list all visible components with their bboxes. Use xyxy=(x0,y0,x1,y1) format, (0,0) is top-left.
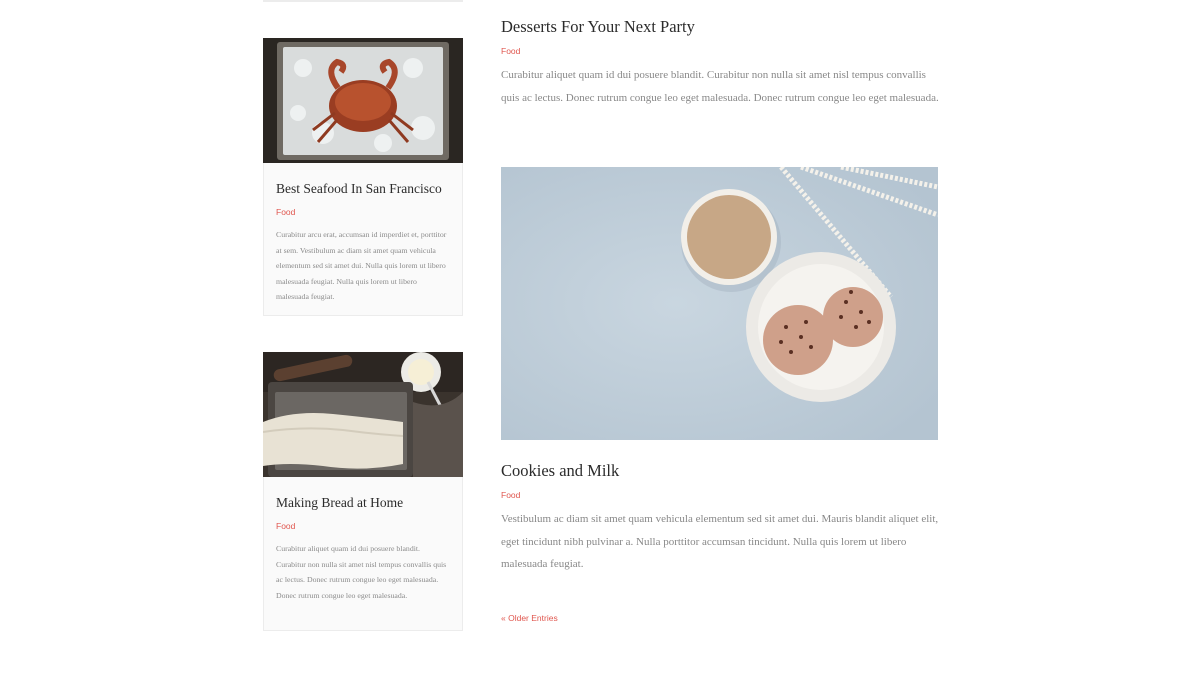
post-thumbnail-crab[interactable] xyxy=(263,38,463,163)
post-category-link[interactable]: Food xyxy=(501,46,941,56)
post-title[interactable]: Desserts For Your Next Party xyxy=(501,17,941,37)
main-post: Cookies and Milk Food Vestibulum ac diam… xyxy=(501,461,941,576)
sidebar-post-card[interactable]: Making Bread at Home Food Curabitur aliq… xyxy=(263,352,463,631)
post-title[interactable]: Cookies and Milk xyxy=(501,461,941,481)
post-excerpt: Curabitur arcu erat, accumsan id imperdi… xyxy=(276,230,447,302)
older-entries-link[interactable]: « Older Entries xyxy=(501,613,558,623)
post-excerpt: Curabitur aliquet quam id dui posuere bl… xyxy=(276,544,447,600)
post-category-link[interactable]: Food xyxy=(276,207,450,217)
post-excerpt: Curabitur aliquet quam id dui posuere bl… xyxy=(501,69,939,104)
post-title[interactable]: Making Bread at Home xyxy=(276,495,450,511)
post-title[interactable]: Best Seafood In San Francisco xyxy=(276,181,450,197)
main-post: Desserts For Your Next Party Food Curabi… xyxy=(501,17,941,109)
post-excerpt: Vestibulum ac diam sit amet quam vehicul… xyxy=(501,513,939,570)
sidebar-post-card[interactable]: Best Seafood In San Francisco Food Curab… xyxy=(263,38,463,316)
previous-card-bottom-edge xyxy=(263,0,463,2)
post-thumbnail-bread[interactable] xyxy=(263,352,463,477)
post-featured-image-cookies[interactable] xyxy=(501,167,938,440)
post-category-link[interactable]: Food xyxy=(276,521,450,531)
post-category-link[interactable]: Food xyxy=(501,490,941,500)
